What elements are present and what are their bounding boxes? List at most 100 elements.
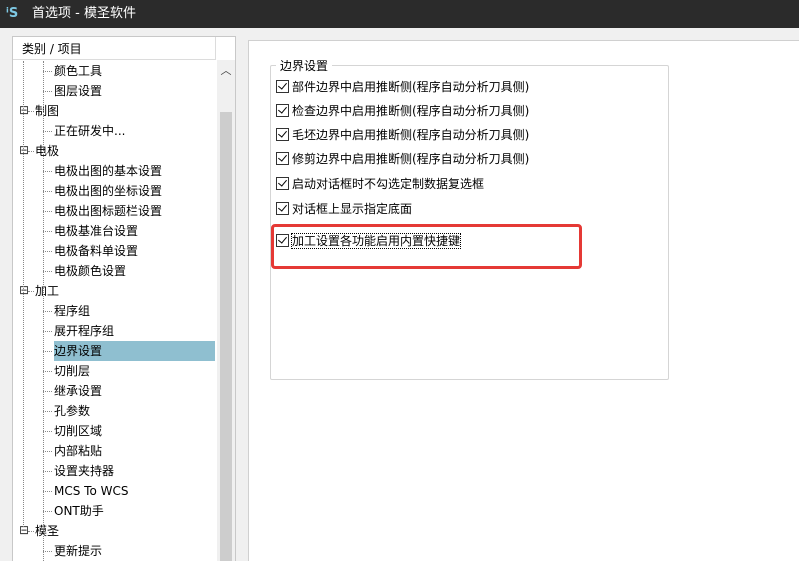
tree-connector bbox=[43, 411, 52, 412]
tree-item[interactable]: 内部粘贴 bbox=[54, 441, 102, 461]
tree-item-label: 切削层 bbox=[54, 364, 91, 378]
tree-group-node[interactable]: 模圣 bbox=[35, 521, 59, 541]
tree-connector bbox=[43, 391, 52, 392]
collapse-toggle-icon[interactable]: ⊟ bbox=[19, 524, 29, 536]
tree-item-label: 电极 bbox=[35, 144, 60, 158]
tree-item-label: 加工 bbox=[35, 284, 60, 298]
tree-connector bbox=[43, 351, 52, 352]
tree-item-label: 图层设置 bbox=[54, 84, 103, 98]
tree-item[interactable]: 电极备料单设置 bbox=[54, 241, 138, 261]
tree-item-label: 模圣 bbox=[35, 524, 60, 538]
title-bar: ⁱS 首选项 - 模圣软件 bbox=[0, 0, 799, 28]
tree-item[interactable]: 电极出图的坐标设置 bbox=[54, 181, 162, 201]
tree-connector bbox=[43, 371, 52, 372]
tree-item-label: 电极备料单设置 bbox=[54, 244, 139, 258]
tree-connector bbox=[28, 111, 34, 112]
tree-connector bbox=[43, 211, 52, 212]
checkbox-checked-icon[interactable] bbox=[276, 177, 289, 190]
tree-item[interactable]: 电极颜色设置 bbox=[54, 261, 126, 281]
tree-item-label: 内部粘贴 bbox=[54, 444, 103, 458]
tree-item[interactable]: 设置夹持器 bbox=[54, 461, 114, 481]
tree-scrollbar[interactable]: ︿ bbox=[217, 60, 235, 561]
tree-item-label: 颜色工具 bbox=[54, 64, 103, 78]
tree-connector bbox=[43, 131, 52, 132]
tree-item[interactable]: MCS To WCS bbox=[54, 481, 128, 501]
tree-item[interactable]: 程序组 bbox=[54, 301, 90, 321]
checkbox-option[interactable]: 对话框上显示指定底面 bbox=[276, 200, 412, 218]
option-label: 对话框上显示指定底面 bbox=[292, 202, 413, 216]
tree-item-label: 电极出图标题栏设置 bbox=[54, 204, 163, 218]
tree-connector bbox=[43, 251, 52, 252]
tree-connector bbox=[43, 91, 52, 92]
tree-item[interactable]: 边界设置 bbox=[54, 341, 215, 361]
tree-item[interactable]: 更新提示 bbox=[54, 541, 102, 561]
tree-item-label: 电极出图的坐标设置 bbox=[54, 184, 163, 198]
tree-item-label: 孔参数 bbox=[54, 404, 91, 418]
chevron-up-icon[interactable]: ︿ bbox=[217, 62, 235, 80]
tree-column-header[interactable]: 类别 / 项目 bbox=[13, 37, 216, 60]
tree-item-label: 电极颜色设置 bbox=[54, 264, 127, 278]
checkbox-checked-icon[interactable] bbox=[276, 128, 289, 141]
option-label: 修剪边界中启用推断侧(程序自动分析刀具侧) bbox=[292, 152, 530, 166]
tree-item[interactable]: 图层设置 bbox=[54, 81, 102, 101]
tree-header-label: 类别 / 项目 bbox=[22, 42, 82, 56]
tree-item-label: 边界设置 bbox=[54, 344, 103, 358]
tree-item[interactable]: 切削层 bbox=[54, 361, 90, 381]
tree-connector bbox=[43, 511, 52, 512]
checkbox-option[interactable]: 部件边界中启用推断侧(程序自动分析刀具侧) bbox=[276, 78, 529, 96]
tree-connector bbox=[43, 471, 52, 472]
group-title: 边界设置 bbox=[276, 57, 333, 74]
tree-item-label: MCS To WCS bbox=[54, 484, 129, 498]
window-title: 首选项 - 模圣软件 bbox=[32, 6, 136, 21]
column-divider[interactable] bbox=[215, 37, 216, 59]
tree-item[interactable]: 电极出图的基本设置 bbox=[54, 161, 162, 181]
tree-item-label: 电极基准台设置 bbox=[54, 224, 139, 238]
checkbox-option[interactable]: 启动对话框时不勾选定制数据复选框 bbox=[276, 175, 484, 193]
option-label: 毛坯边界中启用推断侧(程序自动分析刀具侧) bbox=[292, 128, 530, 142]
checkbox-option[interactable]: 修剪边界中启用推断侧(程序自动分析刀具侧) bbox=[276, 150, 529, 168]
tree-connector bbox=[43, 311, 52, 312]
checkbox-option[interactable]: 毛坯边界中启用推断侧(程序自动分析刀具侧) bbox=[276, 126, 529, 144]
tree-group-node[interactable]: 加工 bbox=[35, 281, 59, 301]
checkbox-option[interactable]: 检查边界中启用推断侧(程序自动分析刀具侧) bbox=[276, 102, 529, 120]
tree-connector bbox=[43, 331, 52, 332]
tree-connector bbox=[43, 451, 52, 452]
tree-connector bbox=[28, 531, 34, 532]
tree-item-label: 正在研发中... bbox=[54, 124, 126, 138]
category-tree[interactable]: 类别 / 项目 颜色工具 图层设置 ⊟ 制图 正在研发中... ⊟ 电极 电极出图的基本设置电… bbox=[12, 36, 236, 561]
tree-connector bbox=[43, 431, 52, 432]
checkbox-checked-icon[interactable] bbox=[276, 104, 289, 117]
tree-item[interactable]: ONT助手 bbox=[54, 501, 104, 521]
scrollbar-thumb[interactable] bbox=[220, 112, 232, 561]
tree-item[interactable]: 切削区域 bbox=[54, 421, 102, 441]
tree-connector bbox=[43, 171, 52, 172]
tree-item[interactable]: 展开程序组 bbox=[54, 321, 114, 341]
highlight-box bbox=[271, 224, 582, 269]
option-label: 启动对话框时不勾选定制数据复选框 bbox=[292, 177, 485, 191]
checkbox-checked-icon[interactable] bbox=[276, 80, 289, 93]
tree-item[interactable]: 孔参数 bbox=[54, 401, 90, 421]
tree-connector bbox=[43, 491, 52, 492]
tree-connector bbox=[28, 291, 34, 292]
tree-item-label: ONT助手 bbox=[54, 504, 104, 518]
tree-connector bbox=[43, 61, 44, 561]
tree-item-label: 电极出图的基本设置 bbox=[54, 164, 163, 178]
tree-item[interactable]: 电极基准台设置 bbox=[54, 221, 138, 241]
tree-item[interactable]: 电极出图标题栏设置 bbox=[54, 201, 162, 221]
tree-connector bbox=[43, 71, 52, 72]
tree-connector bbox=[43, 191, 52, 192]
tree-item[interactable]: 颜色工具 bbox=[54, 61, 102, 81]
tree-item[interactable]: 正在研发中... bbox=[54, 121, 125, 141]
tree-group-node[interactable]: 电极 bbox=[35, 141, 59, 161]
checkbox-checked-icon[interactable] bbox=[276, 152, 289, 165]
tree-item[interactable]: 继承设置 bbox=[54, 381, 102, 401]
app-logo-icon: ⁱS bbox=[6, 6, 19, 21]
tree-item-label: 切削区域 bbox=[54, 424, 103, 438]
option-label: 检查边界中启用推断侧(程序自动分析刀具侧) bbox=[292, 104, 530, 118]
tree-group-node[interactable]: 制图 bbox=[35, 101, 59, 121]
tree-item-label: 展开程序组 bbox=[54, 324, 115, 338]
tree-item-label: 设置夹持器 bbox=[54, 464, 115, 478]
checkbox-checked-icon[interactable] bbox=[276, 202, 289, 215]
tree-connector bbox=[43, 551, 52, 552]
tree-item-label: 更新提示 bbox=[54, 544, 103, 558]
